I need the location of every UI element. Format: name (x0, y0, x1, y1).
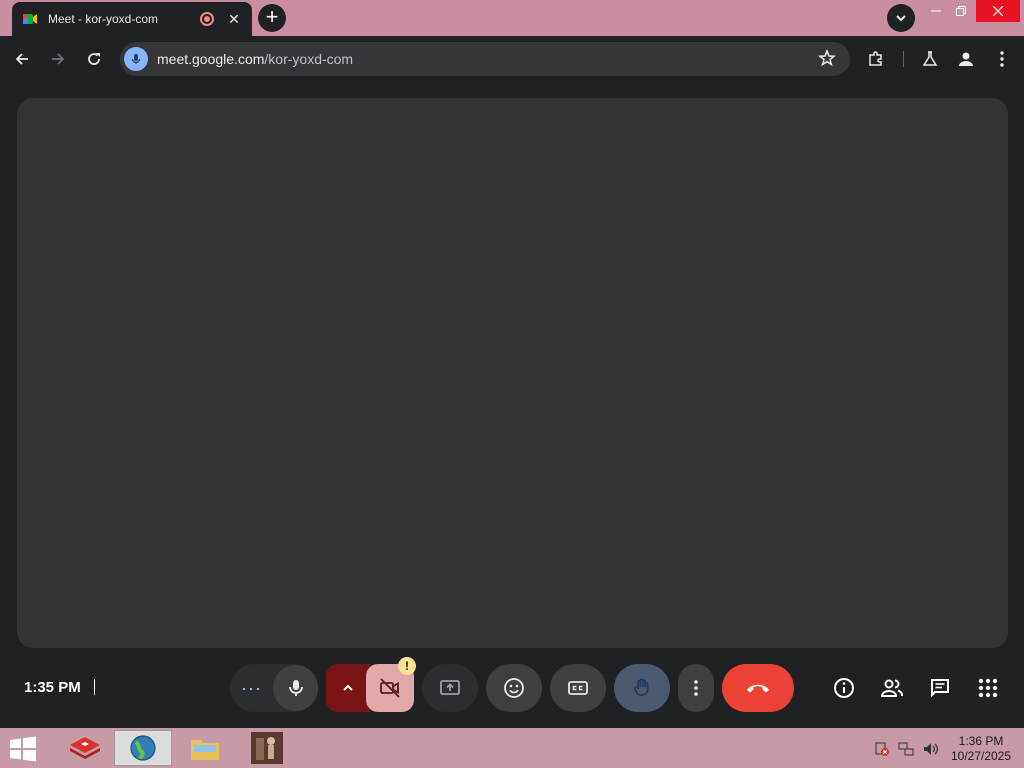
url-host: meet.google.com (157, 51, 265, 67)
time-divider (94, 679, 95, 695)
present-screen-button[interactable] (422, 664, 478, 712)
network-error-icon[interactable] (874, 741, 890, 757)
app-stack-icon (70, 737, 100, 759)
new-tab-button[interactable]: + (258, 4, 286, 32)
people-icon (880, 679, 904, 697)
url-path: /kor-yoxd-com (264, 51, 354, 67)
tab-title: Meet - kor-yoxd-com (48, 12, 159, 26)
mic-icon (131, 54, 141, 64)
hand-icon (634, 678, 649, 696)
app-thumbnail-icon (251, 732, 283, 764)
taskbar-app-explorer[interactable] (176, 730, 234, 766)
profile-icon (959, 52, 973, 66)
browser-tabstrip: Meet - kor-yoxd-com ✕ + (0, 0, 1024, 36)
browser-tab-meet[interactable]: Meet - kor-yoxd-com ✕ (12, 2, 252, 36)
video-stage (17, 98, 1008, 648)
camera-off-icon (380, 678, 400, 698)
minimize-icon (931, 10, 941, 12)
more-options-button[interactable] (678, 664, 714, 712)
microphone-button[interactable] (273, 665, 318, 711)
windows-start-icon[interactable] (8, 736, 38, 762)
windows-taskbar: 1:36 PM 10/27/2025 (0, 728, 1024, 768)
chat-button[interactable] (928, 676, 952, 700)
bookmark-button[interactable] (818, 48, 836, 72)
browser-globe-icon (130, 735, 156, 761)
microphone-control-group: ··· (230, 664, 318, 712)
system-time: 1:36 PM (958, 734, 1004, 748)
taskbar-app-red[interactable] (56, 730, 114, 766)
emoji-icon (504, 678, 524, 698)
google-meet-icon (23, 14, 37, 24)
more-dots-icon[interactable]: ··· (230, 678, 273, 699)
reactions-button[interactable] (486, 664, 542, 712)
captions-icon (568, 681, 588, 695)
reload-icon (88, 53, 100, 65)
browser-menu-button[interactable] (990, 47, 1014, 71)
people-button[interactable] (880, 676, 904, 700)
site-mic-indicator[interactable] (124, 47, 148, 71)
meeting-time: 1:35 PM (24, 679, 81, 696)
close-icon (993, 6, 1003, 16)
network-icon[interactable] (898, 741, 914, 757)
microphone-icon (288, 680, 303, 696)
system-date: 10/27/2025 (950, 749, 1012, 763)
back-button[interactable] (8, 45, 36, 73)
folder-icon (191, 740, 219, 760)
present-icon (440, 680, 460, 695)
meeting-details-button[interactable] (832, 676, 856, 700)
url-text[interactable]: meet.google.com/kor-yoxd-com (157, 51, 353, 67)
camera-warning-badge[interactable]: ! (398, 657, 416, 675)
browser-toolbar: meet.google.com/kor-yoxd-com (0, 36, 1024, 82)
meet-call-area: 1:35 PM ··· ! (0, 82, 1024, 728)
system-clock[interactable]: 1:36 PM 10/27/2025 (945, 734, 1017, 764)
recording-indicator-icon (200, 12, 214, 26)
window-restore-button[interactable] (946, 0, 976, 22)
toolbar-divider (903, 51, 904, 67)
profile-button[interactable] (954, 47, 978, 71)
extensions-button[interactable] (864, 47, 888, 71)
apps-grid-icon (978, 678, 998, 698)
chat-icon (931, 679, 949, 698)
menu-icon (1000, 51, 1004, 67)
chevron-down-icon (896, 15, 906, 22)
end-call-button[interactable] (722, 664, 794, 712)
tab-close-icon[interactable]: ✕ (226, 11, 242, 28)
labs-button[interactable] (918, 47, 942, 71)
star-icon (818, 48, 836, 67)
more-vert-icon (694, 680, 698, 696)
captions-button[interactable] (550, 664, 606, 712)
chevron-up-icon (343, 684, 353, 691)
restore-icon (956, 6, 966, 16)
camera-options-button[interactable] (326, 664, 370, 712)
forward-icon (52, 53, 65, 65)
address-bar[interactable]: meet.google.com/kor-yoxd-com (120, 42, 850, 76)
info-icon (834, 678, 854, 698)
taskbar-app-image[interactable] (238, 730, 296, 766)
back-icon (15, 53, 28, 65)
forward-button[interactable] (44, 45, 72, 73)
end-call-icon (747, 684, 769, 693)
camera-control-group: ! (326, 657, 416, 712)
reload-button[interactable] (80, 45, 108, 73)
window-close-button[interactable] (976, 0, 1020, 22)
activities-button[interactable] (976, 676, 1000, 700)
taskbar-app-browser[interactable] (114, 730, 172, 766)
volume-icon[interactable] (922, 741, 938, 757)
labs-icon (922, 51, 938, 66)
extensions-icon (869, 51, 882, 66)
raise-hand-button[interactable] (614, 664, 670, 712)
tab-search-button[interactable] (887, 4, 915, 32)
